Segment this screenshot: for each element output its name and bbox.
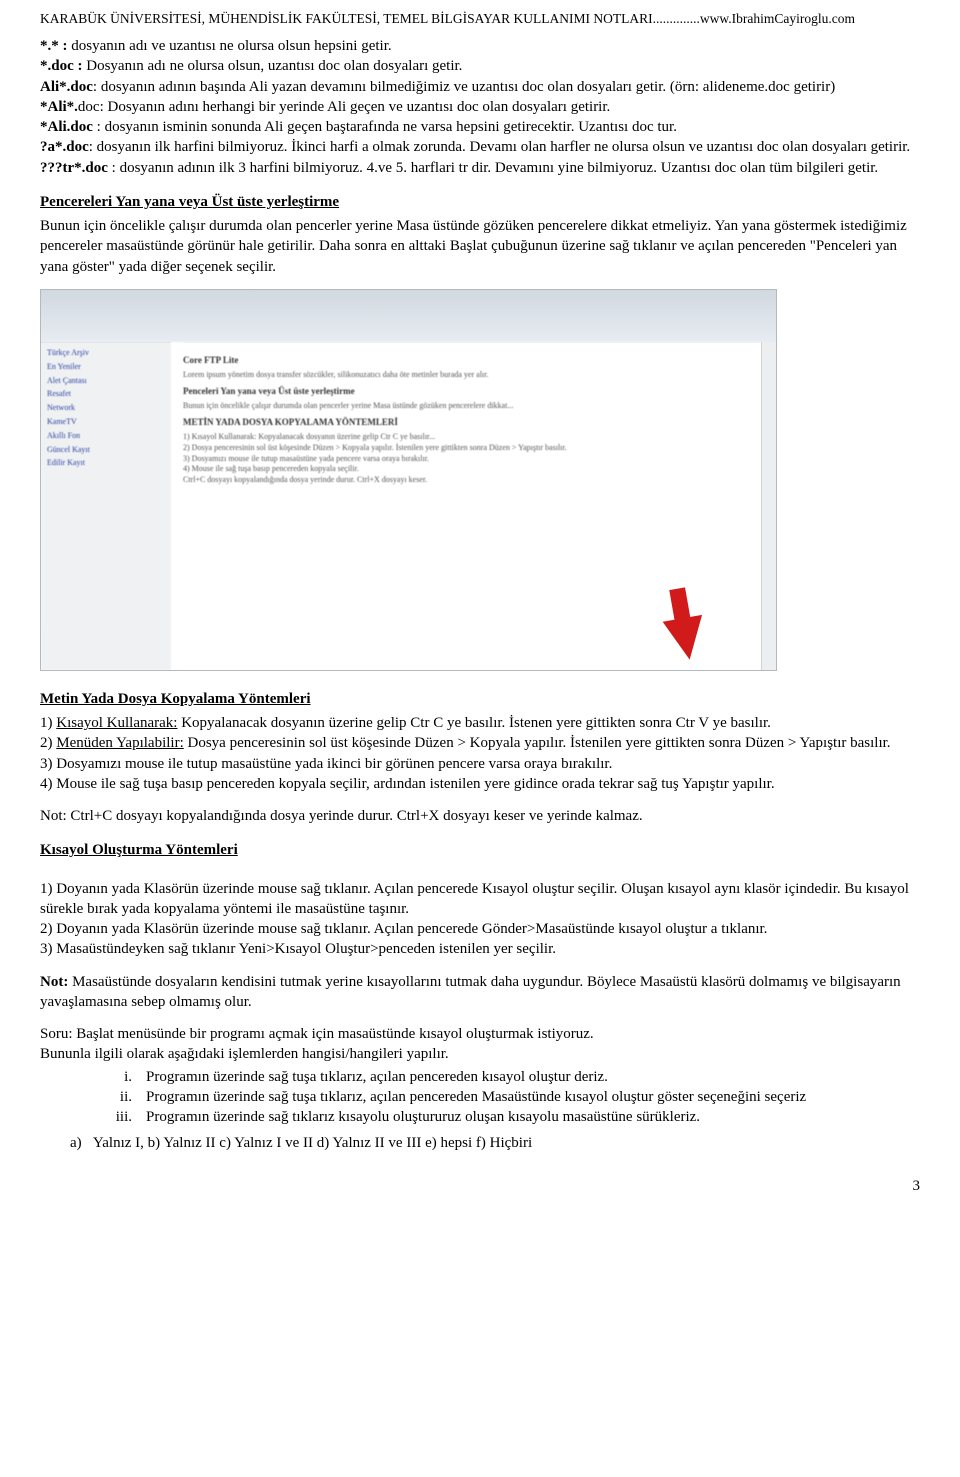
wc-1-pattern: *.* : [40, 38, 68, 54]
embedded-screenshot: Türkçe ArşivEn YenilerAlet ÇantasıResafe… [40, 289, 777, 671]
shortcut-item-2: 2) Doyanın yada Klasörün üzerinde mouse … [40, 921, 767, 937]
question-option-ii: Programın üzerinde sağ tuşa tıklarız, aç… [146, 1087, 806, 1107]
page-number: 3 [40, 1176, 920, 1196]
shortcut-note: Not: Masaüstünde dosyaların kendisini tu… [40, 972, 920, 1013]
shortcut-item-1: 1) Doyanın yada Klasörün üzerinde mouse … [40, 881, 909, 917]
question-option-i: Programın üzerinde sağ tuşa tıklarız, aç… [146, 1067, 608, 1087]
question-option-iii: Programın üzerinde sağ tıklarız kısayolu… [146, 1107, 700, 1127]
copy-note: Not: Ctrl+C dosyayı kopyalandığında dosy… [40, 806, 920, 826]
page-header: KARABÜK ÜNİVERSİTESİ, MÜHENDİSLİK FAKÜLT… [40, 0, 920, 36]
heading-copy-methods: Metin Yada Dosya Kopyalama Yöntemleri [40, 689, 920, 709]
question-roman-list: i.Programın üzerinde sağ tuşa tıklarız, … [96, 1067, 920, 1128]
heading-windows-arrange: Pencereleri Yan yana veya Üst üste yerle… [40, 192, 920, 212]
shortcut-note-body: Masaüstünde dosyaların kendisini tutmak … [40, 974, 901, 1010]
wc-7-pattern: ???tr*.doc [40, 160, 108, 176]
wildcard-block: *.* : dosyanın adı ve uzantısı ne olursa… [40, 36, 920, 178]
heading-shortcut-methods: Kısayol Oluşturma Yöntemleri [40, 840, 920, 860]
wc-4-desc: doc: Dosyanın adını herhangi bir yerinde… [78, 99, 610, 115]
windows-arrange-body: Bunun için öncelikle çalışır durumda ola… [40, 216, 920, 277]
copy-item-3: 3) Dosyamızı mouse ile tutup masaüstüne … [40, 756, 612, 772]
copy-methods-list: 1) Kısayol Kullanarak: Kopyalanacak dosy… [40, 713, 920, 794]
copy-item-1-label: Kısayol Kullanarak: [56, 715, 177, 731]
copy-item-2-text: Dosya penceresinin sol üst köşesinde Düz… [184, 735, 891, 751]
wc-5-pattern: *Ali.doc [40, 119, 97, 135]
wc-1-desc: dosyanın adı ve uzantısı ne olursa olsun… [68, 38, 392, 54]
wc-3-desc: : dosyanın adının başında Ali yazan deva… [93, 79, 835, 95]
copy-item-2-label: Menüden Yapılabilir: [56, 735, 184, 751]
shortcut-item-3: 3) Masaüstündeyken sağ tıklanır Yeni>Kıs… [40, 941, 556, 957]
question-line-2: Bununla ilgili olarak aşağıdaki işlemler… [40, 1046, 449, 1062]
question-choices: a) Yalnız I, b) Yalnız II c) Yalnız I ve… [70, 1133, 920, 1153]
copy-item-1-text: Kopyalanacak dosyanın üzerine gelip Ctr … [177, 715, 770, 731]
red-arrow-annotation [663, 615, 710, 663]
wc-6-desc: : dosyanın ilk harfini bilmiyoruz. İkinc… [89, 139, 910, 155]
shortcut-note-label: Not: [40, 974, 68, 990]
wc-6-pattern: ?a*.doc [40, 139, 89, 155]
question-line-1: Soru: Başlat menüsünde bir programı açma… [40, 1026, 594, 1042]
wc-2-desc: Dosyanın adı ne olursa olsun, uzantısı d… [83, 58, 463, 74]
question-intro: Soru: Başlat menüsünde bir programı açma… [40, 1024, 920, 1065]
wc-5-desc: : dosyanın isminin sonunda Ali geçen baş… [97, 119, 677, 135]
copy-item-4: 4) Mouse ile sağ tuşa basıp pencereden k… [40, 776, 775, 792]
wc-4-pattern: *Ali*. [40, 99, 78, 115]
shortcut-methods-list: 1) Doyanın yada Klasörün üzerinde mouse … [40, 879, 920, 960]
wc-7-desc: : dosyanın adının ilk 3 harfini bilmiyor… [108, 160, 878, 176]
wc-3-pattern: Ali*.doc [40, 79, 93, 95]
wc-2-pattern: *.doc : [40, 58, 83, 74]
question-choices-text: Yalnız I, b) Yalnız II c) Yalnız I ve II… [93, 1135, 532, 1151]
